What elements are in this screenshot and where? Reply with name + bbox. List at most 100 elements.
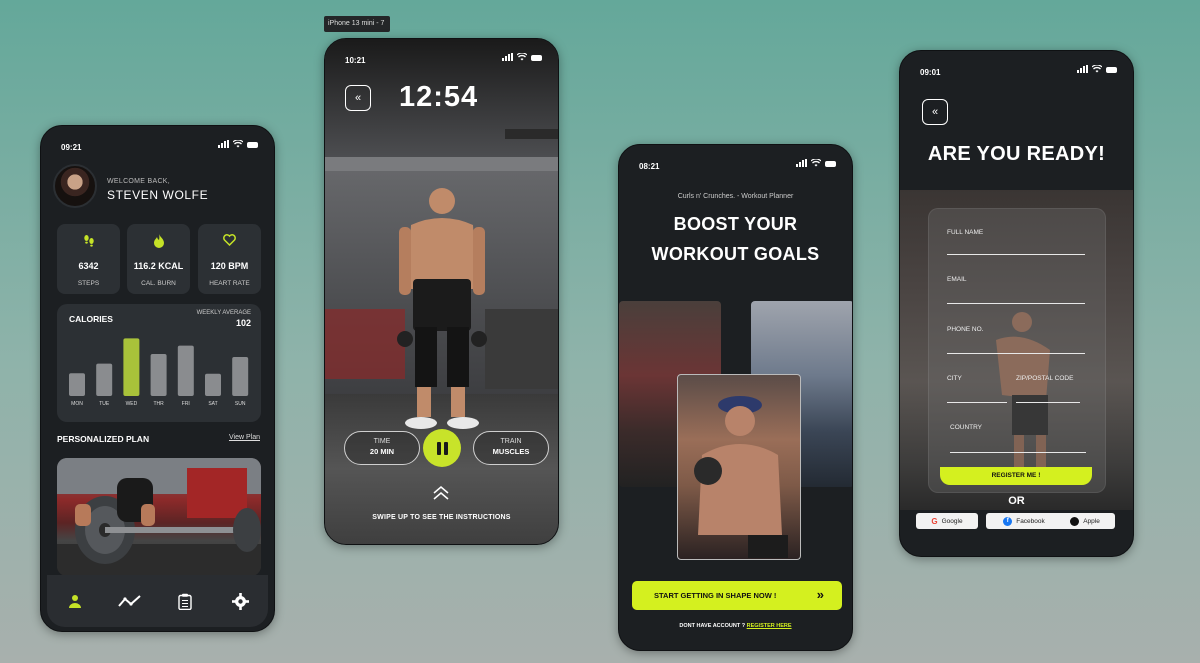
- status-icons: [218, 140, 258, 148]
- facebook-button[interactable]: f Facebook: [986, 513, 1062, 529]
- calories-burn-card[interactable]: 116.2 KCAL CAL. BURN: [127, 224, 190, 294]
- time-label: TIME: [373, 438, 391, 445]
- calories-title: CALORIES: [69, 314, 113, 324]
- calories-chart-card: MON TUE WED THR FRI SAT SUN CALORIES WEEKLY AV…: [57, 304, 261, 422]
- train-pill[interactable]: TRAIN MUSCLES: [473, 431, 549, 465]
- battery-icon: [531, 55, 542, 61]
- train-label: TRAIN: [500, 438, 522, 445]
- frame-label: iPhone 13 mini - 7: [324, 16, 390, 32]
- signal-icon: [1077, 65, 1088, 73]
- headline-line-2: WORKOUT GOALS: [651, 244, 820, 264]
- steps-card[interactable]: 6342 STEPS: [57, 224, 120, 294]
- bar-tue[interactable]: [96, 363, 113, 396]
- flame-icon: [127, 234, 190, 248]
- double-chevron-left-icon: «: [931, 106, 939, 118]
- bar-thr[interactable]: [150, 354, 167, 396]
- google-label: Google: [941, 517, 963, 525]
- avatar[interactable]: [53, 164, 97, 208]
- heart-rate-label: HEART RATE: [209, 280, 250, 287]
- status-bar: 08:21: [619, 145, 852, 173]
- train-value: MUSCLES: [492, 447, 530, 456]
- register-link[interactable]: REGISTER HERE: [747, 623, 792, 629]
- back-button[interactable]: «: [345, 85, 371, 111]
- heart-rate-card[interactable]: 120 BPM HEART RATE: [198, 224, 261, 294]
- wifi-icon: [1092, 65, 1102, 73]
- weekly-average-label: WEEKLY AVERAGE: [196, 310, 251, 316]
- trend-line-icon: [118, 595, 141, 607]
- email-input[interactable]: [947, 303, 1085, 304]
- tick-label-thr: THR: [153, 401, 164, 407]
- country-input[interactable]: [950, 452, 1086, 453]
- battery-icon: [247, 142, 258, 148]
- status-time: 09:01: [920, 68, 941, 77]
- tick-label-wed: WED: [126, 401, 138, 407]
- phone-label: PHONE NO.: [947, 326, 984, 333]
- heart-icon: [198, 234, 261, 248]
- status-icons: [796, 159, 836, 167]
- no-account-text: DONT HAVE ACCOUNT ?: [679, 623, 746, 629]
- facebook-icon: f: [1003, 516, 1013, 526]
- signal-icon: [218, 140, 229, 148]
- bar-wed[interactable]: [123, 338, 140, 396]
- signal-icon: [796, 159, 807, 167]
- footsteps-icon: [57, 234, 120, 248]
- double-chevron-right-icon: »: [816, 587, 824, 602]
- view-plan-link[interactable]: View Plan: [229, 434, 260, 441]
- status-icons: [1077, 65, 1117, 73]
- bar-sun[interactable]: [232, 357, 249, 396]
- plan-image[interactable]: [57, 458, 261, 576]
- bar-sat[interactable]: [205, 373, 221, 396]
- time-pill[interactable]: TIME 20 MIN: [344, 431, 420, 465]
- app-subtitle: Curls n' Crunches. - Workout Planner: [677, 193, 794, 200]
- register-screen: 09:01 « ARE YOU READY! FULL NAME EMAIL P…: [899, 50, 1134, 557]
- email-label: EMAIL: [947, 276, 967, 283]
- status-icons: [502, 53, 542, 61]
- cal-burn-value: 116.2 KCAL: [133, 261, 184, 271]
- weekly-average: WEEKLY AVERAGE 102: [197, 310, 251, 328]
- photo-center: [677, 374, 801, 560]
- page-title: ARE YOU READY!: [927, 143, 1106, 165]
- tab-profile[interactable]: [62, 588, 88, 614]
- clipboard-icon: [178, 593, 192, 610]
- google-icon: G: [931, 516, 938, 526]
- dashboard-screen: 09:21 WELCOME BACK, STEVEN WOLFE 6342 ST…: [40, 125, 275, 632]
- tab-stats[interactable]: [117, 588, 143, 614]
- heart-rate-value: 120 BPM: [210, 261, 249, 271]
- city-label: CITY: [947, 375, 962, 382]
- tab-bar: [47, 575, 268, 627]
- full-name-input[interactable]: [947, 254, 1085, 255]
- status-bar: 09:21: [41, 126, 274, 154]
- status-bar: 09:01: [900, 51, 1133, 79]
- get-started-button[interactable]: START GETTING IN SHAPE NOW ! »: [632, 581, 842, 610]
- tab-plan[interactable]: [172, 588, 198, 614]
- headline: BOOST YOUR WORKOUT GOALS: [619, 209, 852, 269]
- get-started-label: START GETTING IN SHAPE NOW !: [654, 591, 777, 600]
- zip-label: ZIP/POSTAL CODE: [1016, 375, 1074, 382]
- country-label: COUNTRY: [950, 424, 983, 431]
- cal-burn-label: CAL. BURN: [141, 280, 176, 287]
- zip-input[interactable]: [1016, 402, 1080, 403]
- register-button[interactable]: REGISTER ME !: [940, 467, 1092, 485]
- pause-button[interactable]: [423, 429, 461, 467]
- tick-label-mon: MON: [71, 401, 83, 407]
- google-button[interactable]: G Google: [916, 513, 978, 529]
- pause-icon: [436, 441, 441, 455]
- phone-input[interactable]: [947, 353, 1085, 354]
- battery-icon: [1106, 67, 1117, 73]
- tab-settings[interactable]: [227, 588, 253, 614]
- status-time: 09:21: [61, 143, 82, 152]
- apple-button[interactable]: Apple: [1055, 513, 1115, 529]
- back-button[interactable]: «: [922, 99, 948, 125]
- facebook-label: Facebook: [1016, 517, 1045, 525]
- tick-label-tue: TUE: [99, 401, 110, 407]
- or-divider: OR: [1008, 495, 1025, 507]
- plan-title: PERSONALIZED PLAN: [57, 434, 150, 444]
- register-form: [928, 208, 1106, 493]
- double-chevron-up-icon[interactable]: [432, 486, 450, 500]
- apple-label: Apple: [1083, 517, 1100, 525]
- bar-fri[interactable]: [177, 345, 194, 396]
- steps-label: STEPS: [77, 280, 100, 287]
- city-input[interactable]: [947, 402, 1007, 403]
- bar-mon[interactable]: [69, 373, 85, 396]
- wifi-icon: [811, 159, 821, 167]
